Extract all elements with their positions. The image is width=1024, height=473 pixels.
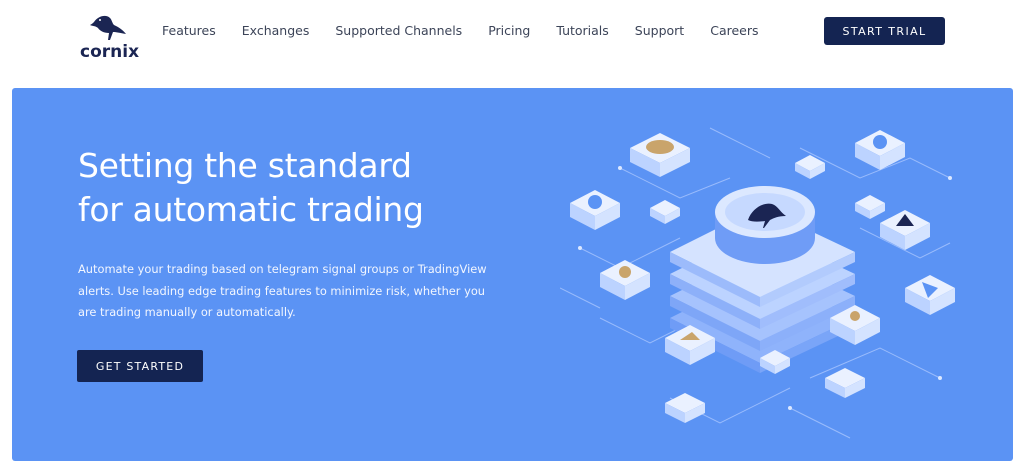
main-nav: Features Exchanges Supported Channels Pr…	[162, 22, 785, 40]
hero-title: Setting the standard for automatic tradi…	[78, 144, 518, 232]
hero-title-line-1: Setting the standard	[78, 146, 412, 185]
cornix-logo[interactable]: cornix	[80, 12, 140, 62]
start-trial-button[interactable]: START TRIAL	[824, 17, 945, 45]
logo-wordmark: cornix	[80, 42, 140, 62]
isometric-trading-platform-illustration	[560, 127, 955, 439]
nav-link-pricing[interactable]: Pricing	[488, 22, 530, 40]
hero-title-line-2: for automatic trading	[78, 190, 424, 229]
nav-link-exchanges[interactable]: Exchanges	[242, 22, 310, 40]
hero-section: Setting the standard for automatic tradi…	[12, 88, 1013, 461]
top-navigation-bar: cornix Features Exchanges Supported Chan…	[0, 0, 1024, 84]
get-started-button[interactable]: GET STARTED	[77, 350, 203, 382]
nav-link-supported-channels[interactable]: Supported Channels	[335, 22, 462, 40]
nav-link-support[interactable]: Support	[635, 22, 684, 40]
nav-link-careers[interactable]: Careers	[710, 22, 758, 40]
raven-icon	[90, 15, 126, 40]
nav-link-tutorials[interactable]: Tutorials	[556, 22, 608, 40]
hero-description: Automate your trading based on telegram …	[78, 262, 487, 319]
nav-link-features[interactable]: Features	[162, 22, 216, 40]
raven-coin	[715, 186, 815, 264]
